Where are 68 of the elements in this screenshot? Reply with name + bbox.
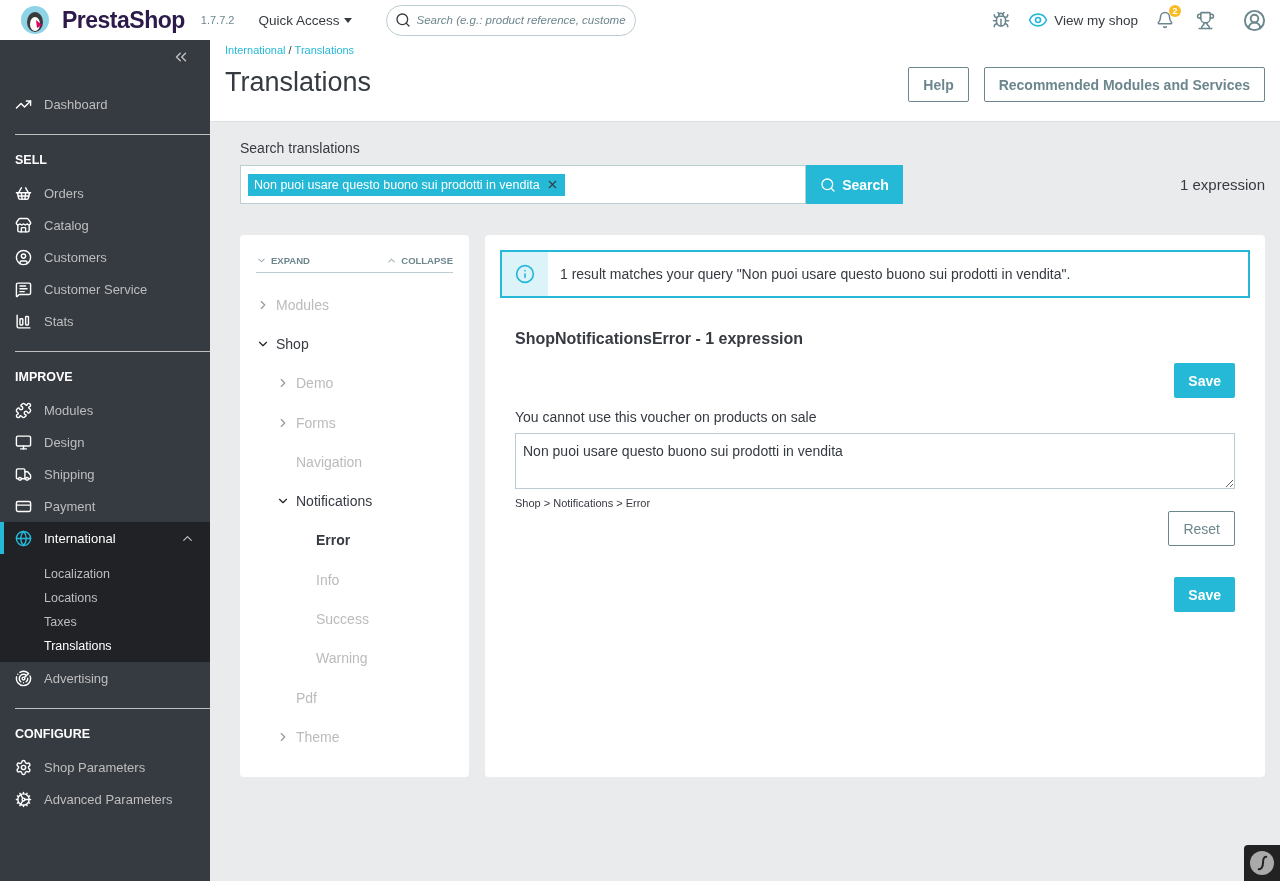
menu-item-icon xyxy=(15,401,32,419)
debug-toolbar-button[interactable] xyxy=(1244,845,1280,881)
tree-item[interactable]: Notifications xyxy=(276,481,453,521)
sidebar-item[interactable]: Dashboard xyxy=(0,88,210,120)
menu-item-icon xyxy=(15,433,32,451)
tree-item[interactable]: Shop xyxy=(256,324,453,364)
tree-item[interactable]: Error xyxy=(296,520,453,561)
menu-item-icon xyxy=(15,790,32,808)
menu-item-icon xyxy=(15,312,32,330)
sidebar-item[interactable]: International xyxy=(0,522,210,554)
sidebar-item[interactable]: Catalog xyxy=(0,209,210,241)
translation-field[interactable]: Non puoi usare questo buono sui prodotti in vendita xyxy=(515,433,1235,489)
quick-access-button[interactable]: Quick Access xyxy=(258,12,352,28)
sidebar-item[interactable]: Design xyxy=(0,426,210,458)
view-shop-link[interactable]: View my shop xyxy=(1028,10,1138,30)
menu-item-icon xyxy=(15,184,32,202)
collapse-link[interactable]: COLLAPSE xyxy=(386,255,453,266)
sidebar-item[interactable]: Advanced Parameters xyxy=(0,783,210,815)
sidebar-item[interactable]: Stats xyxy=(0,305,210,337)
sidebar-item[interactable]: Orders xyxy=(0,177,210,209)
notification-badge: 2 xyxy=(1169,5,1181,17)
search-icon xyxy=(820,176,837,193)
sidebar-item[interactable]: Payment xyxy=(0,490,210,522)
sidebar-subitem[interactable]: Translations xyxy=(0,634,210,658)
breadcrumb-separator: / xyxy=(288,44,292,56)
translation-path: Shop > Notifications > Error xyxy=(515,497,652,509)
logo-icon xyxy=(20,5,50,35)
caret-icon xyxy=(343,17,352,23)
sidebar-item[interactable]: Shipping xyxy=(0,458,210,490)
brand-name: PrestaShop xyxy=(62,6,185,34)
search-icon xyxy=(394,12,411,28)
menu-item-icon xyxy=(15,248,32,266)
menu-item-icon xyxy=(15,758,32,776)
menu-item-icon xyxy=(15,529,32,547)
bell-icon[interactable] xyxy=(1156,11,1174,29)
eye-icon xyxy=(1028,10,1049,30)
search-input[interactable]: Search (e.g.: product reference, custome xyxy=(416,14,627,26)
sidebar-subitem[interactable]: Localization xyxy=(0,562,210,586)
menu-item-icon xyxy=(15,216,32,234)
avatar-icon[interactable] xyxy=(1243,8,1266,32)
source-text: You cannot use this voucher on products on sale xyxy=(515,409,818,425)
sidebar-subitem[interactable]: Taxes xyxy=(0,610,210,634)
toolbar-button[interactable]: Help xyxy=(908,67,969,102)
version-label: 1.7.7.2 xyxy=(200,14,235,26)
sidebar-item[interactable]: Customers xyxy=(0,241,210,273)
expand-link[interactable]: EXPAND xyxy=(256,255,310,266)
section-title: IMPROVE xyxy=(14,369,74,386)
info-icon xyxy=(515,264,535,284)
sidebar-item[interactable]: Customer Service xyxy=(0,273,210,305)
sidebar-item[interactable]: Shop Parameters xyxy=(0,751,210,783)
section-title: SELL xyxy=(14,152,48,169)
menu-item-icon xyxy=(15,280,32,298)
trophy-icon[interactable] xyxy=(1196,10,1215,30)
expression-count: 1 expression xyxy=(1179,176,1265,193)
sidebar-subitem[interactable]: Locations xyxy=(0,586,210,610)
toolbar-button[interactable]: Recommended Modules and Services xyxy=(983,67,1265,102)
section-title: CONFIGURE xyxy=(14,726,91,743)
sidebar-item[interactable]: Advertising xyxy=(0,662,210,694)
page-title: Translations xyxy=(225,67,372,98)
menu-item-icon xyxy=(15,669,32,687)
reset-button[interactable]: Reset xyxy=(1168,511,1235,546)
search-label: Search translations xyxy=(240,140,361,156)
alert-message: 1 result matches your query "Non puoi usare questo buono sui prodotti in vendita". xyxy=(559,266,1071,282)
domain-title: ShopNotificationsError - 1 expression xyxy=(515,330,805,348)
sidebar-item[interactable]: Modules xyxy=(0,394,210,426)
bug-icon[interactable] xyxy=(992,11,1011,29)
symfony-icon xyxy=(1249,850,1275,876)
menu-item-icon xyxy=(15,465,32,483)
